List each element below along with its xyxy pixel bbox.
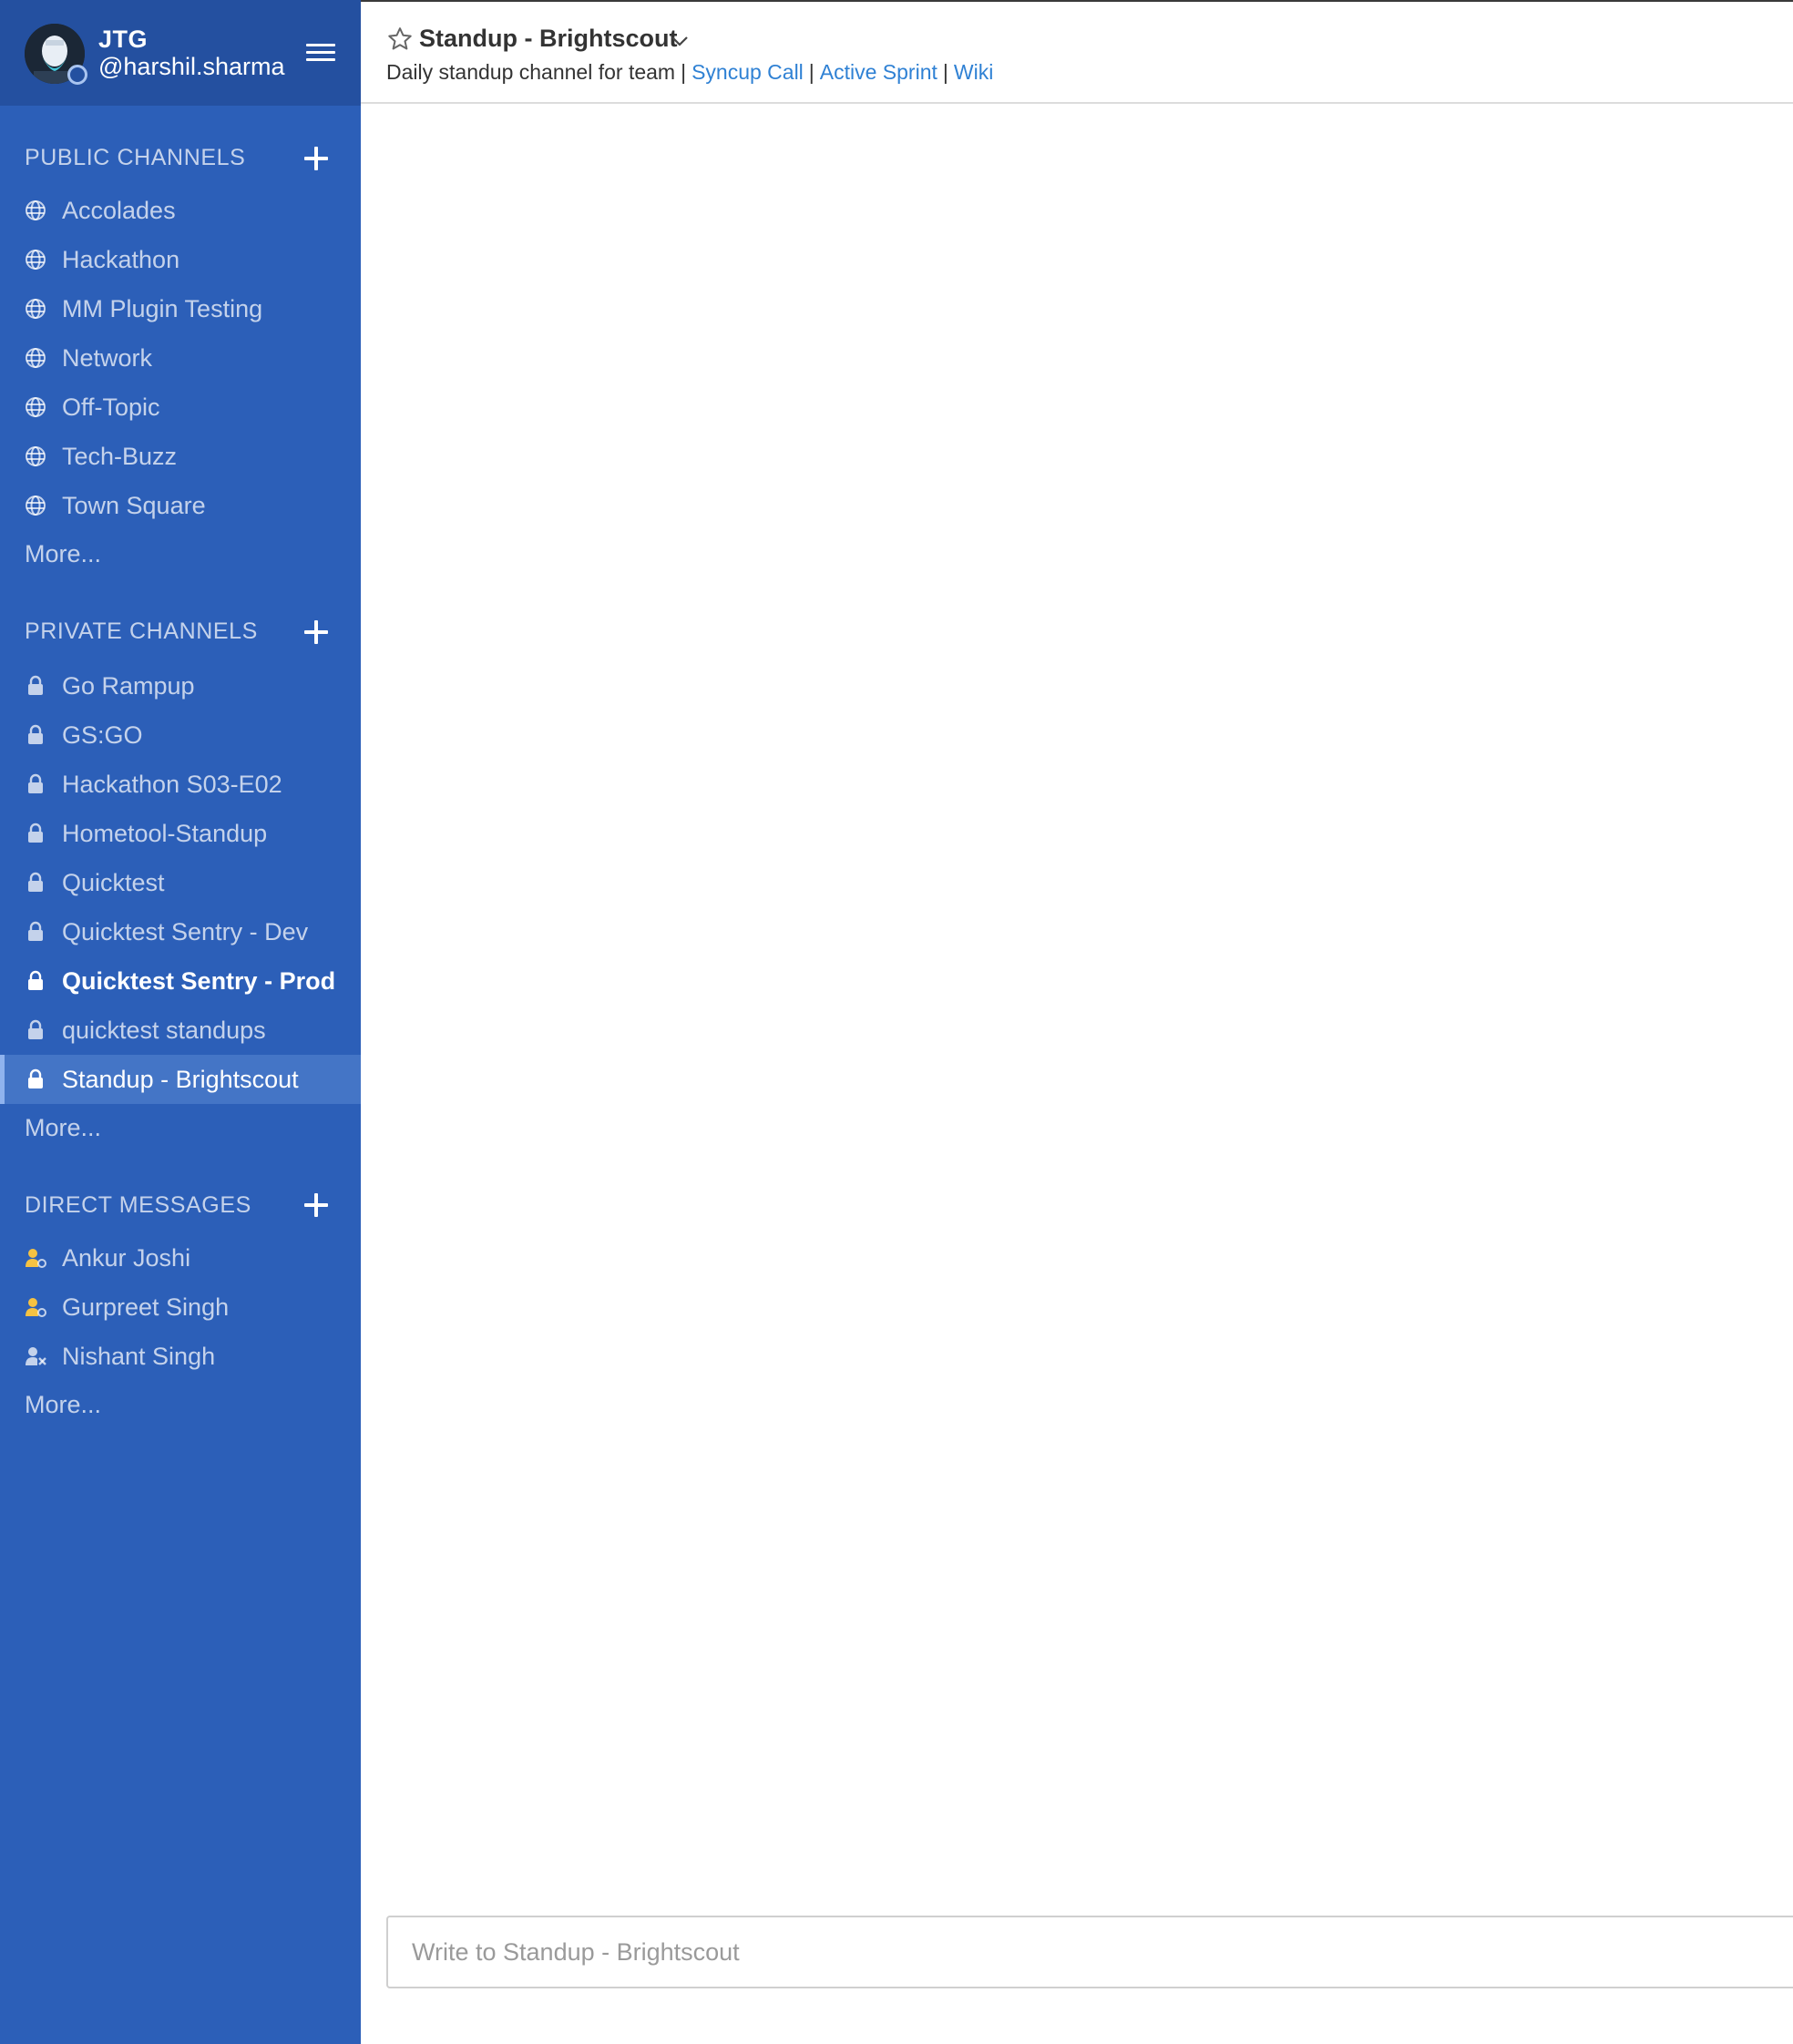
sidebar-item-gs-go[interactable]: GS:GO — [0, 710, 361, 760]
sidebar-item-label: quicktest standups — [62, 1017, 266, 1044]
lock-icon — [28, 823, 43, 843]
syncup-call-link[interactable]: Syncup Call — [692, 60, 804, 84]
sidebar-item-label: Ankur Joshi — [62, 1244, 191, 1272]
purpose-text: Daily standup channel for team — [386, 60, 676, 84]
sidebar-item-quicktest-standups[interactable]: quicktest standups — [0, 1006, 361, 1055]
sidebar-item-label: Quicktest — [62, 869, 165, 896]
sidebar-item-label: Accolades — [62, 197, 176, 224]
wiki-link[interactable]: Wiki — [954, 60, 993, 84]
sidebar-item-hometool-standup[interactable]: Hometool-Standup — [0, 809, 361, 858]
globe-icon — [26, 348, 46, 368]
channel-title[interactable]: Standup - Brightscout — [419, 25, 677, 53]
lock-icon — [28, 675, 43, 695]
lock-icon — [28, 921, 43, 941]
sidebar-item-off-topic[interactable]: Off-Topic — [0, 383, 361, 432]
sidebar-item-hackathon[interactable]: Hackathon — [0, 235, 361, 284]
sidebar-item-label: Hackathon — [62, 246, 180, 273]
purpose-separator: | — [681, 60, 687, 84]
add-public-channel-button[interactable] — [302, 145, 330, 172]
team-name[interactable]: JTG — [98, 26, 148, 54]
sidebar-item-label: Quicktest Sentry - Dev — [62, 918, 309, 945]
sidebar-item-ankur-joshi[interactable]: Ankur Joshi — [0, 1233, 361, 1283]
user-offline-icon — [26, 1347, 46, 1365]
globe-icon — [26, 446, 46, 466]
user-away-icon — [26, 1298, 46, 1317]
active-sprint-link[interactable]: Active Sprint — [820, 60, 937, 84]
private-channels-title: PRIVATE CHANNELS — [25, 618, 258, 644]
sidebar-item-label: Town Square — [62, 492, 206, 519]
main-content: Standup - Brightscout Daily standup chan… — [361, 0, 1793, 2044]
message-list — [361, 104, 1793, 1907]
purpose-separator: | — [942, 60, 948, 84]
direct-messages-title: DIRECT MESSAGES — [25, 1192, 251, 1218]
sidebar-item-label: MM Plugin Testing — [62, 295, 263, 322]
sidebar-item-accolades[interactable]: Accolades — [0, 186, 361, 235]
sidebar-item-town-square[interactable]: Town Square — [0, 481, 361, 530]
lock-icon — [28, 1019, 43, 1039]
sidebar-header: JTG @harshil.sharma — [0, 0, 361, 106]
sidebar-item-standup-brightscout[interactable]: Standup - Brightscout — [0, 1055, 361, 1104]
purpose-separator: | — [808, 60, 815, 84]
sidebar-item-quicktest-sentry-dev[interactable]: Quicktest Sentry - Dev — [0, 907, 361, 956]
sidebar-item-label: GS:GO — [62, 721, 143, 749]
sidebar-item-hackathon-s03-e02[interactable]: Hackathon S03-E02 — [0, 760, 361, 809]
user-away-icon — [26, 1249, 46, 1268]
globe-icon — [26, 299, 46, 319]
sidebar-item-label: Go Rampup — [62, 672, 195, 700]
sidebar-item-mm-plugin-testing[interactable]: MM Plugin Testing — [0, 284, 361, 333]
sidebar-item-tech-buzz[interactable]: Tech-Buzz — [0, 432, 361, 481]
star-outline-icon[interactable] — [386, 26, 414, 53]
add-private-channel-button[interactable] — [302, 618, 330, 646]
sidebar-item-label: Quicktest Sentry - Prod — [62, 967, 336, 995]
sidebar-item-network[interactable]: Network — [0, 333, 361, 383]
lock-icon — [28, 724, 43, 744]
sidebar-item-label: Nishant Singh — [62, 1343, 216, 1370]
app-window: JTG @harshil.sharma PUBLIC CHANNELS Acco… — [0, 0, 1793, 2044]
message-input[interactable] — [388, 1917, 1793, 1987]
more-direct-messages-link[interactable]: More... — [25, 1391, 101, 1419]
lock-icon — [28, 872, 43, 892]
sidebar-item-label: Off-Topic — [62, 393, 160, 421]
sidebar-item-nishant-singh[interactable]: Nishant Singh — [0, 1332, 361, 1381]
sidebar-item-quicktest-sentry-prod[interactable]: Quicktest Sentry - Prod — [0, 956, 361, 1006]
globe-icon — [26, 397, 46, 417]
message-composer — [386, 1916, 1793, 1988]
lock-icon — [28, 1068, 43, 1088]
globe-icon — [26, 200, 46, 220]
add-direct-message-button[interactable] — [302, 1191, 330, 1219]
sidebar-item-label: Hometool-Standup — [62, 820, 268, 847]
public-channels-title: PUBLIC CHANNELS — [25, 145, 246, 170]
sidebar-item-gurpreet-singh[interactable]: Gurpreet Singh — [0, 1283, 361, 1332]
channel-header: Standup - Brightscout Daily standup chan… — [361, 2, 1793, 104]
globe-icon — [26, 496, 46, 516]
sidebar-item-label: Tech-Buzz — [62, 443, 178, 470]
sidebar-item-label: Standup - Brightscout — [62, 1066, 299, 1093]
sidebar-item-label: Gurpreet Singh — [62, 1293, 230, 1321]
sidebar-item-go-rampup[interactable]: Go Rampup — [0, 661, 361, 710]
username: @harshil.sharma — [98, 53, 285, 80]
sidebar-item-label: Network — [62, 344, 153, 372]
sidebar: JTG @harshil.sharma PUBLIC CHANNELS Acco… — [0, 0, 361, 2044]
status-offline-icon — [67, 65, 87, 85]
channel-purpose: Daily standup channel for team | Syncup Ca… — [386, 60, 993, 85]
sidebar-item-quicktest[interactable]: Quicktest — [0, 858, 361, 907]
more-public-channels-link[interactable]: More... — [25, 540, 101, 568]
lock-icon — [28, 970, 43, 990]
sidebar-item-label: Hackathon S03-E02 — [62, 771, 282, 798]
hamburger-menu-icon[interactable] — [306, 44, 335, 66]
chevron-down-icon[interactable] — [669, 30, 691, 52]
more-private-channels-link[interactable]: More... — [25, 1114, 101, 1142]
globe-icon — [26, 250, 46, 270]
lock-icon — [28, 773, 43, 793]
